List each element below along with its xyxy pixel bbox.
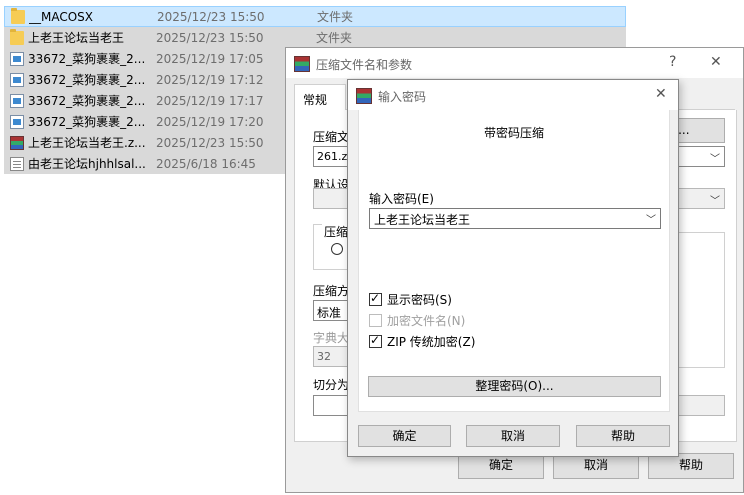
- file-date: 2025/12/19 17:12: [156, 72, 264, 87]
- file-name: __MACOSX: [29, 9, 94, 24]
- file-row[interactable]: __MACOSX 2025/12/23 15:50 文件夹: [4, 6, 626, 27]
- password-panel: 带密码压缩 输入密码(E) 上老王论坛当老王 ﹀ 显示密码(S) 加密文件名(N…: [358, 110, 670, 412]
- close-icon[interactable]: ✕: [710, 54, 722, 70]
- password-dialog-title: 输入密码: [378, 90, 427, 104]
- file-name: 33672_菜狗裹裹_2...: [28, 73, 146, 87]
- file-name: 33672_菜狗裹裹_2...: [28, 115, 146, 129]
- folder-icon: [10, 28, 24, 45]
- password-help-button[interactable]: 帮助: [576, 425, 670, 447]
- encrypt-filenames-checkbox[interactable]: [369, 314, 382, 327]
- chevron-down-icon[interactable]: ﹀: [646, 211, 656, 226]
- password-heading: 带密码压缩: [483, 126, 544, 140]
- file-name: 33672_菜狗裹裹_2...: [28, 52, 146, 66]
- file-date: 2025/12/23 15:50: [156, 135, 264, 150]
- file-type: 文件夹: [316, 31, 353, 45]
- close-icon[interactable]: ✕: [655, 86, 667, 102]
- tab-general[interactable]: 常规: [294, 84, 346, 111]
- image-file-icon: [10, 93, 24, 108]
- file-date: 2025/12/23 15:50: [156, 30, 264, 45]
- file-row[interactable]: 上老王论坛当老王 2025/12/23 15:50 文件夹: [4, 27, 626, 48]
- dictionary-size-value: 32: [317, 350, 331, 363]
- split-volumes-label: 切分为: [313, 378, 350, 392]
- password-input[interactable]: 上老王论坛当老王 ﹀: [369, 208, 661, 229]
- archive-name-label: 压缩文: [313, 130, 350, 144]
- file-date: 2025/12/19 17:05: [156, 51, 264, 66]
- text-file-icon: [10, 156, 24, 171]
- format-group-label: 压缩: [322, 223, 351, 240]
- file-row[interactable]: 33672_菜狗裹裹_2... 2025/12/19 17:17: [4, 90, 286, 111]
- rar-archive-icon: [10, 135, 24, 150]
- password-value: 上老王论坛当老王: [374, 213, 471, 227]
- image-file-icon: [10, 51, 24, 66]
- winrar-icon: [294, 56, 310, 72]
- show-password-checkbox[interactable]: [369, 291, 382, 306]
- file-name: 33672_菜狗裹裹_2...: [28, 94, 146, 108]
- zip-legacy-encryption-label[interactable]: ZIP 传统加密(Z): [387, 333, 475, 350]
- organize-passwords-button[interactable]: 整理密码(O)...: [368, 376, 661, 397]
- compression-method-value: 标准: [317, 306, 342, 320]
- password-label: 输入密码(E): [369, 192, 434, 206]
- image-file-icon: [10, 114, 24, 129]
- archive-dialog-title: 压缩文件名和参数: [316, 58, 413, 72]
- show-password-label[interactable]: 显示密码(S): [387, 291, 452, 308]
- chevron-down-icon: ﹀: [710, 196, 720, 207]
- encrypt-filenames-label[interactable]: 加密文件名(N): [387, 312, 465, 329]
- file-name: 上老王论坛当老王.z...: [28, 136, 146, 150]
- file-name: 由老王论坛hjhhlsal...: [28, 157, 146, 171]
- file-row[interactable]: 33672_菜狗裹裹_2... 2025/12/19 17:20: [4, 111, 286, 132]
- file-date: 2025/12/19 17:20: [156, 114, 264, 129]
- file-name: 上老王论坛当老王: [28, 31, 125, 45]
- file-type: 文件夹: [317, 10, 354, 24]
- password-dialog-titlebar[interactable]: 输入密码 ✕: [348, 80, 678, 110]
- file-row[interactable]: 由老王论坛hjhhlsal... 2025/6/18 16:45: [4, 153, 286, 174]
- file-date: 2025/6/18 16:45: [156, 156, 256, 171]
- dictionary-size-label: 字典大: [313, 331, 350, 345]
- folder-icon: [11, 7, 25, 24]
- password-ok-button[interactable]: 确定: [358, 425, 451, 447]
- help-icon[interactable]: ?: [669, 54, 676, 70]
- file-date: 2025/12/23 15:50: [157, 9, 265, 24]
- archive-dialog-titlebar[interactable]: 压缩文件名和参数 ? ✕: [286, 48, 743, 78]
- file-row[interactable]: 上老王论坛当老王.z... 2025/12/23 15:50: [4, 132, 286, 153]
- password-cancel-button[interactable]: 取消: [466, 425, 560, 447]
- image-file-icon: [10, 72, 24, 87]
- compression-method-label: 压缩方: [313, 284, 350, 298]
- file-row[interactable]: 33672_菜狗裹裹_2... 2025/12/19 17:12: [4, 69, 286, 90]
- winrar-icon: [356, 88, 372, 104]
- zip-legacy-encryption-checkbox[interactable]: [369, 333, 382, 348]
- file-date: 2025/12/19 17:17: [156, 93, 264, 108]
- format-radio[interactable]: [331, 243, 343, 255]
- chevron-down-icon: ﹀: [710, 154, 720, 165]
- password-dialog: 输入密码 ✕ 带密码压缩 输入密码(E) 上老王论坛当老王 ﹀ 显示密码(S) …: [347, 79, 679, 457]
